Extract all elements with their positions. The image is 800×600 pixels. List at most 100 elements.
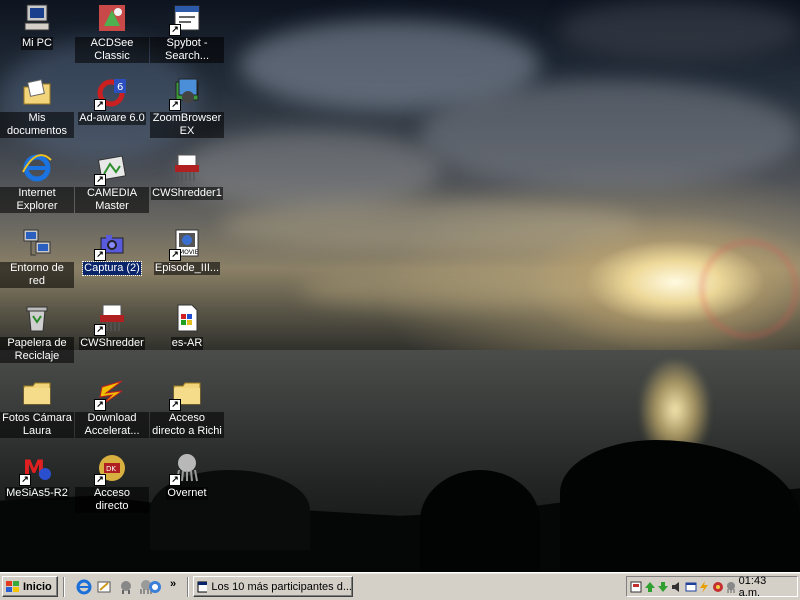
desktop-icon-fotos-c-mara-laura[interactable]: Fotos Cámara Laura (0, 377, 74, 438)
camedia-icon: ↗ (94, 152, 128, 186)
mesias-icon: M ↗ (19, 452, 53, 486)
desktop-icon-label: MeSiAs5-R2 (5, 487, 69, 500)
system-tray: 01:43 a.m. (626, 575, 798, 599)
shortcut-arrow-icon: ↗ (169, 99, 181, 111)
desktop-icon-acdsee-classic[interactable]: ACDSee Classic (75, 2, 149, 63)
tray-window-icon[interactable] (684, 580, 697, 594)
shortcut-arrow-icon: ↗ (169, 24, 181, 36)
document-file-icon (171, 302, 203, 334)
desktop-icon-overnet[interactable]: ↗ Overnet (150, 452, 224, 500)
shortcut-arrow-icon: ↗ (94, 399, 106, 411)
zoombrowser-icon: ↗ (169, 77, 203, 111)
shortcut-arrow-icon: ↗ (94, 249, 106, 261)
shredder-icon: ↗ (94, 302, 128, 336)
desktop-icon-cwshredder[interactable]: ↗ CWShredder (75, 302, 149, 350)
tray-app-icon[interactable] (630, 580, 643, 594)
desktop-icon-spybot-search[interactable]: ↗ Spybot - Search... (150, 2, 224, 63)
quicklaunch-browser-icon[interactable] (147, 579, 163, 595)
quicklaunch-overflow-chevron[interactable]: » (170, 578, 176, 590)
recycle-bin-icon (21, 302, 53, 334)
shortcut-arrow-icon: ↗ (94, 474, 106, 486)
desktop-icon-ad-aware-6-0[interactable]: 6 ↗ Ad-aware 6.0 (75, 77, 149, 125)
quicklaunch-media-icon[interactable] (118, 579, 134, 595)
desktop-icon-cwshredder1[interactable]: CWShredder1 (150, 152, 224, 200)
desktop-icon-label: Acceso directo (75, 487, 149, 513)
desktop-icon-label: Ad-aware 6.0 (78, 112, 146, 125)
desktop-icon-label: CAMEDIA Master (75, 187, 149, 213)
desktop-icon-zoombrowser-ex[interactable]: ↗ ZoomBrowser EX (150, 77, 224, 138)
adaware-icon: 6 ↗ (94, 77, 128, 111)
acdsee-icon (96, 2, 128, 34)
desktop-icon-acceso-directo[interactable]: DK ↗ Acceso directo (75, 452, 149, 513)
taskbar-clock[interactable]: 01:43 a.m. (739, 575, 789, 599)
desktop-icon-camedia-master[interactable]: ↗ CAMEDIA Master (75, 152, 149, 213)
download-accelerator-icon: ↗ (94, 377, 128, 411)
desktop-icon-label: Fotos Cámara Laura (0, 412, 74, 438)
desktop-icon-label: Acceso directo a Richi (150, 412, 224, 438)
taskbar-window-button[interactable]: Los 10 más participantes d... (193, 576, 353, 597)
desktop-icon-label: ZoomBrowser EX (150, 112, 224, 138)
desktop-icon-label: Papelera de Reciclaje (0, 337, 74, 363)
shortcut-arrow-icon: ↗ (94, 324, 106, 336)
svg-text:6: 6 (117, 82, 123, 93)
shortcut-arrow-icon: ↗ (169, 474, 181, 486)
shortcut-arrow-icon: ↗ (19, 474, 31, 486)
desktop-icon-label: Captura (2) (82, 261, 142, 276)
desktop-icon-label: Mi PC (21, 37, 53, 50)
start-button-label: Inicio (23, 580, 52, 593)
desktop-icon-episode-iii[interactable]: MOVIE ↗ Episode_III... (150, 227, 224, 275)
desktop-icon-label: Overnet (166, 487, 208, 500)
quicklaunch-internet-explorer-icon[interactable] (76, 579, 92, 595)
desktop-icon-label: Internet Explorer (0, 187, 74, 213)
quicklaunch-outlook-express-icon[interactable] (96, 579, 112, 595)
browser-window-icon (197, 581, 208, 592)
desktop-icon-label: Entorno de red (0, 262, 74, 288)
desktop-wallpaper[interactable]: Mi PC ACDSee Classic ↗ Spybot - Search... Mi… (0, 0, 800, 572)
desktop-icon-download-accelerat[interactable]: ↗ Download Accelerat... (75, 377, 149, 438)
shortcut-arrow-icon: ↗ (94, 99, 106, 111)
start-button[interactable]: Inicio (2, 576, 58, 597)
tray-lightning-icon[interactable] (698, 580, 711, 594)
spybot-icon: ↗ (169, 2, 203, 36)
svg-text:DK: DK (106, 465, 116, 473)
overnet-icon: ↗ (169, 452, 203, 486)
desktop-icon-mi-pc[interactable]: Mi PC (0, 2, 74, 50)
folder-icon (21, 377, 53, 409)
taskbar-window-label: Los 10 más participantes d... (211, 580, 352, 593)
svg-text:MOVIE: MOVIE (179, 249, 199, 256)
movie-file-icon: MOVIE ↗ (169, 227, 203, 261)
tray-overnet-icon[interactable] (725, 580, 738, 594)
desktop-icon-label: es-AR (170, 337, 204, 350)
desktop-icon-internet-explorer[interactable]: Internet Explorer (0, 152, 74, 213)
shredder-icon (171, 152, 203, 184)
desktop-icon-label: Download Accelerat... (75, 412, 149, 438)
shortcut-arrow-icon: ↗ (169, 249, 181, 261)
shortcut-arrow-icon: ↗ (169, 399, 181, 411)
desktop-icon-captura-2[interactable]: ↗ Captura (2) (75, 227, 149, 276)
network-icon (21, 227, 53, 259)
tray-globe-icon[interactable] (711, 580, 724, 594)
game-icon: DK ↗ (94, 452, 128, 486)
desktop-icon-acceso-directo-a-richi[interactable]: ↗ Acceso directo a Richi (150, 377, 224, 438)
desktop-icon-label: Spybot - Search... (150, 37, 224, 63)
desktop-icon-papelera-de-reciclaje[interactable]: Papelera de Reciclaje (0, 302, 74, 363)
windows-logo-icon (6, 580, 20, 593)
my-computer-icon (21, 2, 53, 34)
desktop-icon-label: CWShredder1 (151, 187, 223, 200)
tray-network-up-icon[interactable] (644, 580, 657, 594)
internet-explorer-icon (21, 152, 53, 184)
desktop-icon-entorno-de-red[interactable]: Entorno de red (0, 227, 74, 288)
shortcut-arrow-icon: ↗ (94, 174, 106, 186)
taskbar: Inicio » Los 10 más participantes d... 0… (0, 572, 800, 600)
my-documents-folder-icon (21, 77, 53, 109)
folder-icon: ↗ (169, 377, 203, 411)
volume-icon[interactable] (671, 580, 684, 594)
desktop-icon-label: Episode_III... (153, 262, 221, 275)
desktop-icon-mis-documentos[interactable]: Mis documentos (0, 77, 74, 138)
desktop-icon-label: ACDSee Classic (75, 37, 149, 63)
desktop-icon-es-ar[interactable]: es-AR (150, 302, 224, 350)
tray-network-down-icon[interactable] (657, 580, 670, 594)
desktop-icon-mesias5-r2[interactable]: M ↗ MeSiAs5-R2 (0, 452, 74, 500)
capture-camera-icon: ↗ (94, 227, 128, 261)
desktop-icon-label: CWShredder (79, 337, 145, 350)
